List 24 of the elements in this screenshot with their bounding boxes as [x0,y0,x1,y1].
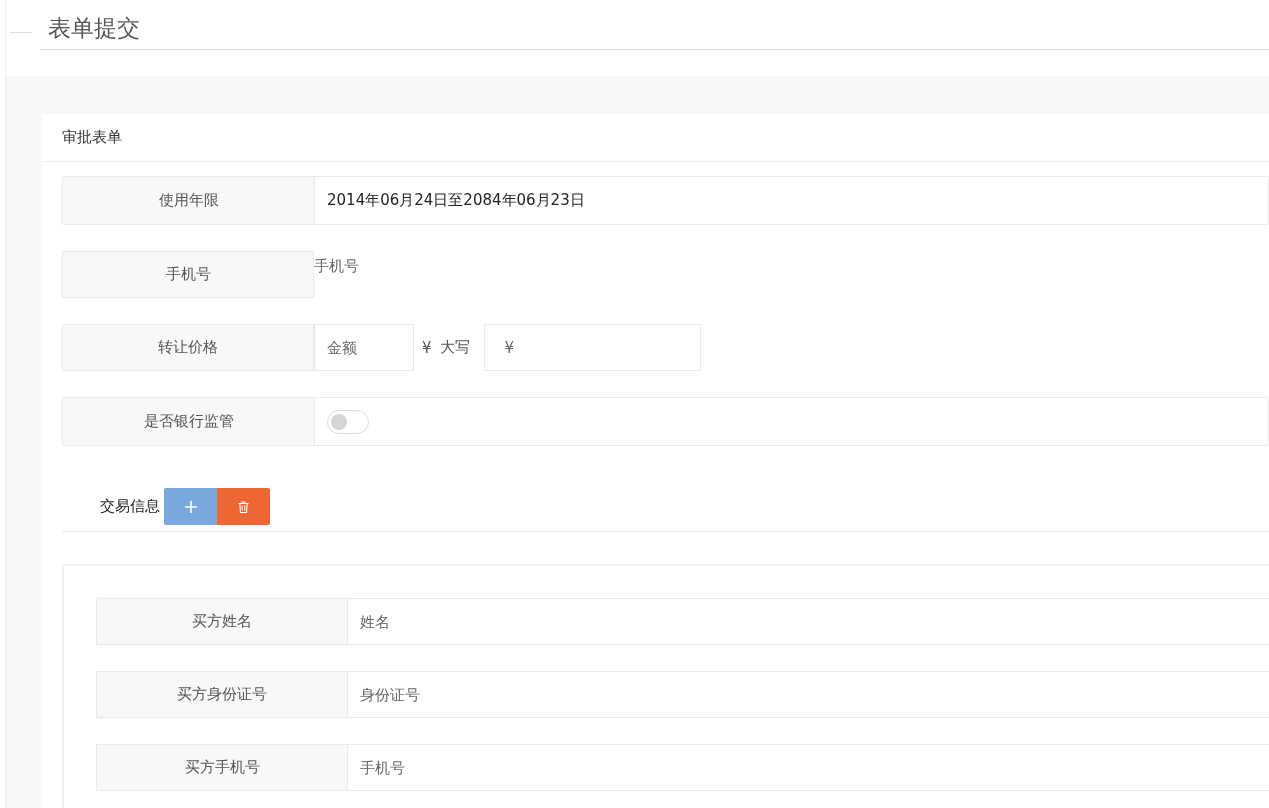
field-label: 买方身份证号 [96,671,348,718]
add-button[interactable] [164,488,217,525]
field-label: 手机号 [62,251,314,298]
input-field[interactable]: 手机号 [348,744,1269,791]
input-field[interactable]: 手机号 [314,256,454,276]
uppercase-label: 大写 [438,337,470,358]
card-title: 审批表单 [42,114,1269,162]
uppercase-field[interactable]: ¥ [483,324,701,371]
plus-icon [184,500,197,513]
input-field[interactable]: 身份证号 [348,671,1269,718]
currency-sign: ¥ [421,337,432,359]
toggle-switch[interactable] [327,409,369,434]
field-label: 转让价格 [62,324,314,371]
section-title: 交易信息 [100,497,160,516]
field-value: 2014年06月24日至2084年06月23日 [326,190,586,211]
input-field[interactable]: 姓名 [348,598,1269,645]
field-label: 使用年限 [63,177,315,224]
amount-field[interactable]: 金额 [314,324,414,371]
field-label: 买方姓名 [96,598,348,645]
page-title: 表单提交 [40,11,1269,50]
field-label: 买方手机号 [96,744,348,791]
trash-icon [238,500,249,513]
field-label: 是否银行监管 [63,398,315,445]
delete-button[interactable] [217,488,270,525]
